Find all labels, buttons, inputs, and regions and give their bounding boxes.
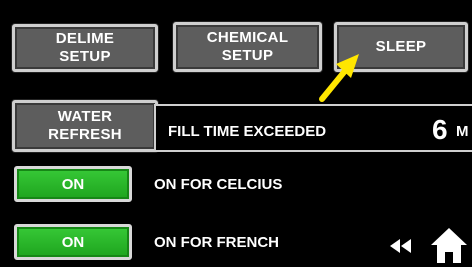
- status-value: 6: [432, 114, 448, 145]
- celcius-toggle-button[interactable]: ON: [14, 166, 132, 202]
- celcius-toggle-label: ON FOR CELCIUS: [154, 176, 283, 193]
- water-refresh-label: WATER REFRESH: [48, 108, 122, 143]
- control-screen: DELIME SETUP CHEMICAL SETUP SLEEP WATER …: [0, 0, 472, 267]
- home-icon[interactable]: [430, 226, 468, 264]
- french-toggle-state: ON: [61, 233, 85, 251]
- french-toggle-label: ON FOR FRENCH: [154, 234, 279, 251]
- rewind-icon[interactable]: [390, 238, 412, 254]
- sleep-label: SLEEP: [375, 38, 427, 55]
- status-display: FILL TIME EXCEEDED 6 M: [154, 104, 472, 152]
- celcius-toggle-state: ON: [61, 175, 85, 193]
- status-message: FILL TIME EXCEEDED: [168, 123, 327, 140]
- chemical-setup-label: CHEMICAL SETUP: [206, 29, 289, 64]
- chemical-setup-button[interactable]: CHEMICAL SETUP: [173, 22, 322, 72]
- status-unit: M: [456, 123, 469, 140]
- french-toggle-button[interactable]: ON: [14, 224, 132, 260]
- water-refresh-button[interactable]: WATER REFRESH: [12, 100, 158, 152]
- delime-setup-button[interactable]: DELIME SETUP: [12, 24, 158, 72]
- arrow-pointer-icon: [319, 54, 359, 102]
- delime-setup-label: DELIME SETUP: [55, 30, 115, 65]
